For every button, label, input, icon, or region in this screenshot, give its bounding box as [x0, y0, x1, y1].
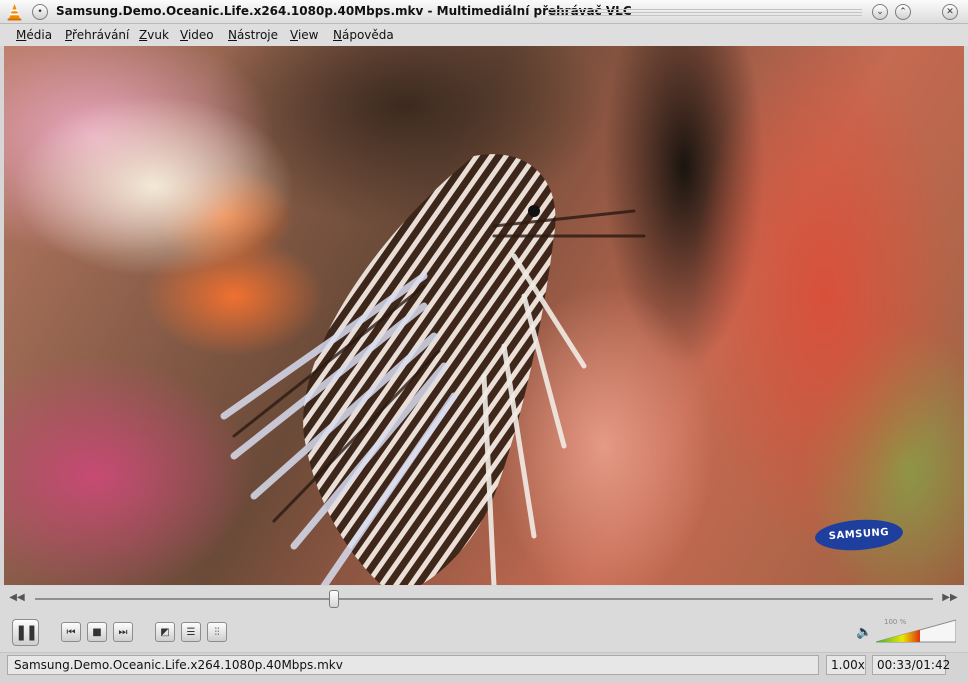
previous-icon: ⏮ — [66, 627, 76, 638]
time-display[interactable]: 00:33/01:42 — [872, 655, 950, 675]
stop-icon: ■ — [92, 627, 102, 638]
menu-video[interactable]: Video — [180, 28, 214, 42]
menu-view[interactable]: View — [290, 28, 318, 42]
minimize-button[interactable]: ⌄ — [872, 4, 888, 20]
title-bar[interactable]: • Samsung.Demo.Oceanic.Life.x264.1080p.4… — [0, 0, 968, 24]
extended-settings-button[interactable]: ⫶⫶ — [207, 622, 227, 642]
seek-handle[interactable] — [329, 590, 340, 608]
playback-speed[interactable]: 1.00x — [826, 655, 866, 675]
fullscreen-button[interactable]: ◩ — [155, 622, 175, 642]
previous-button[interactable]: ⏮ — [61, 622, 81, 642]
menu-media[interactable]: Média — [16, 28, 52, 42]
status-bar: Samsung.Demo.Oceanic.Life.x264.1080p.40M… — [0, 652, 968, 683]
close-button[interactable]: ✕ — [942, 4, 958, 20]
pause-button[interactable]: ❚❚ — [12, 619, 39, 646]
fullscreen-icon: ◩ — [160, 627, 170, 638]
chevron-down-icon: ⌄ — [876, 7, 884, 17]
maximize-button[interactable]: ⌃ — [895, 4, 911, 20]
menu-playback[interactable]: Přehrávání — [65, 28, 129, 42]
window-menu-button[interactable]: • — [32, 4, 48, 20]
stop-button[interactable]: ■ — [87, 622, 107, 642]
lionfish-image — [220, 154, 646, 585]
status-filename: Samsung.Demo.Oceanic.Life.x264.1080p.40M… — [7, 655, 819, 675]
volume-percent: 100 % — [884, 618, 907, 626]
close-icon: ✕ — [946, 7, 954, 17]
samsung-watermark: SAMSUNG — [814, 516, 904, 554]
seek-row: ◀◀ ▶▶ — [0, 586, 968, 612]
next-icon: ⏭ — [118, 627, 128, 638]
menu-tools[interactable]: Nástroje — [228, 28, 278, 42]
chevron-up-icon: ⌃ — [899, 7, 907, 17]
title-bar-decoration — [548, 9, 862, 16]
menu-help[interactable]: Nápověda — [333, 28, 394, 42]
pause-icon: ❚❚ — [14, 623, 38, 641]
seek-back-icon[interactable]: ◀◀ — [9, 592, 25, 606]
window-title: Samsung.Demo.Oceanic.Life.x264.1080p.40M… — [56, 4, 632, 18]
next-button[interactable]: ⏭ — [113, 622, 133, 642]
video-display[interactable]: SAMSUNG — [4, 46, 964, 585]
volume-slider[interactable]: 100 % — [875, 618, 957, 643]
menu-bar: Média Přehrávání Zvuk Video Nástroje Vie… — [0, 24, 968, 46]
vlc-cone-icon[interactable] — [6, 3, 23, 21]
playlist-button[interactable]: ☰ — [181, 622, 201, 642]
extended-settings-icon: ⫶⫶ — [214, 627, 220, 638]
speaker-icon[interactable]: 🔈 — [856, 625, 872, 641]
playlist-icon: ☰ — [186, 627, 196, 638]
menu-audio[interactable]: Zvuk — [139, 28, 169, 42]
seek-forward-icon[interactable]: ▶▶ — [942, 592, 958, 606]
control-bar: ❚❚ ⏮ ■ ⏭ ◩ ☰ ⫶⫶ 🔈 100 % — [0, 612, 968, 652]
window-menu-icon: • — [37, 7, 43, 17]
seek-slider[interactable] — [35, 598, 933, 600]
